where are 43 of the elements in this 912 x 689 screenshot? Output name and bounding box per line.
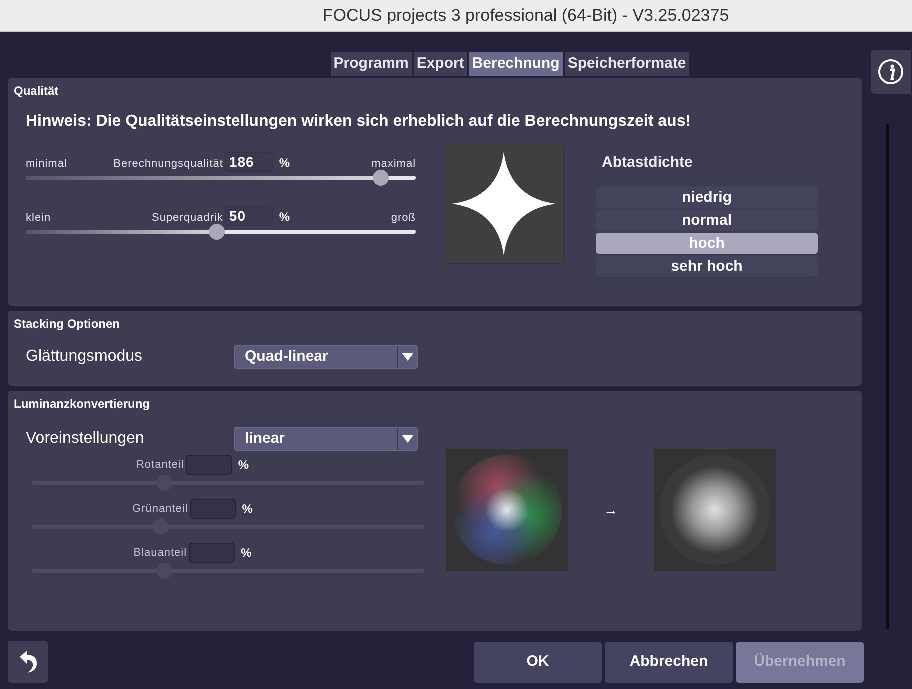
section-title: Stacking Optionen [14,316,122,333]
slider-thumb[interactable] [372,170,389,186]
slider-thumb[interactable] [209,224,226,240]
unit-label: % [279,209,291,226]
arrow-text: → [604,500,618,520]
tab[interactable]: Export [414,52,468,76]
dialog-button[interactable]: OK [474,642,602,682]
min-label: minimal [26,156,68,172]
max-label: groß [390,210,416,226]
slider-label: Rotanteil [136,458,184,473]
info-icon [878,59,904,85]
unit-label: % [241,545,252,562]
window-title: FOCUS projects 3 professional (64-Bit) - V3.25.02375 [322,4,730,27]
value-field[interactable]: 50 [225,206,274,226]
caret-icon [402,353,414,361]
section-title: Qualität [14,83,60,100]
unit-label: % [279,155,291,172]
tab[interactable]: Programm [330,52,412,76]
dropdown[interactable]: linear [234,427,418,451]
hint-text: Hinweis: Die Qualitätseinstellungen wirken sich erheblich auf die Berechnungszeit aus! [26,112,692,132]
info-button[interactable] [871,50,911,94]
density-option[interactable]: sehr hoch [596,256,818,276]
tab[interactable]: Speicherformate [564,52,690,76]
max-label: maximal [370,156,416,172]
unit-label: % [238,457,250,474]
field-label: Voreinstellungen [26,429,146,449]
undo-button[interactable] [8,641,48,683]
unit-label: % [242,501,254,518]
slider-label: Blauanteil [134,546,188,561]
density-title: Abtastdichte [602,153,694,173]
dialog-button[interactable]: Abbrechen [605,642,733,682]
density-option[interactable]: niedrig [596,186,818,208]
slider-label: Grünanteil [132,502,188,517]
value-field[interactable]: 186 [225,152,274,172]
slider-label: Superquadrik [150,210,224,226]
dropdown[interactable]: Quad-linear [234,345,418,369]
caret-icon [402,435,414,443]
min-label: klein [26,210,52,226]
field-label: Glättungsmodus [26,347,144,367]
tab[interactable]: Berechnung [469,52,563,76]
density-option[interactable]: normal [596,210,818,230]
section-title: Luminanzkonvertierung [14,396,152,413]
slider-label: Berechnungsqualität [112,156,224,172]
